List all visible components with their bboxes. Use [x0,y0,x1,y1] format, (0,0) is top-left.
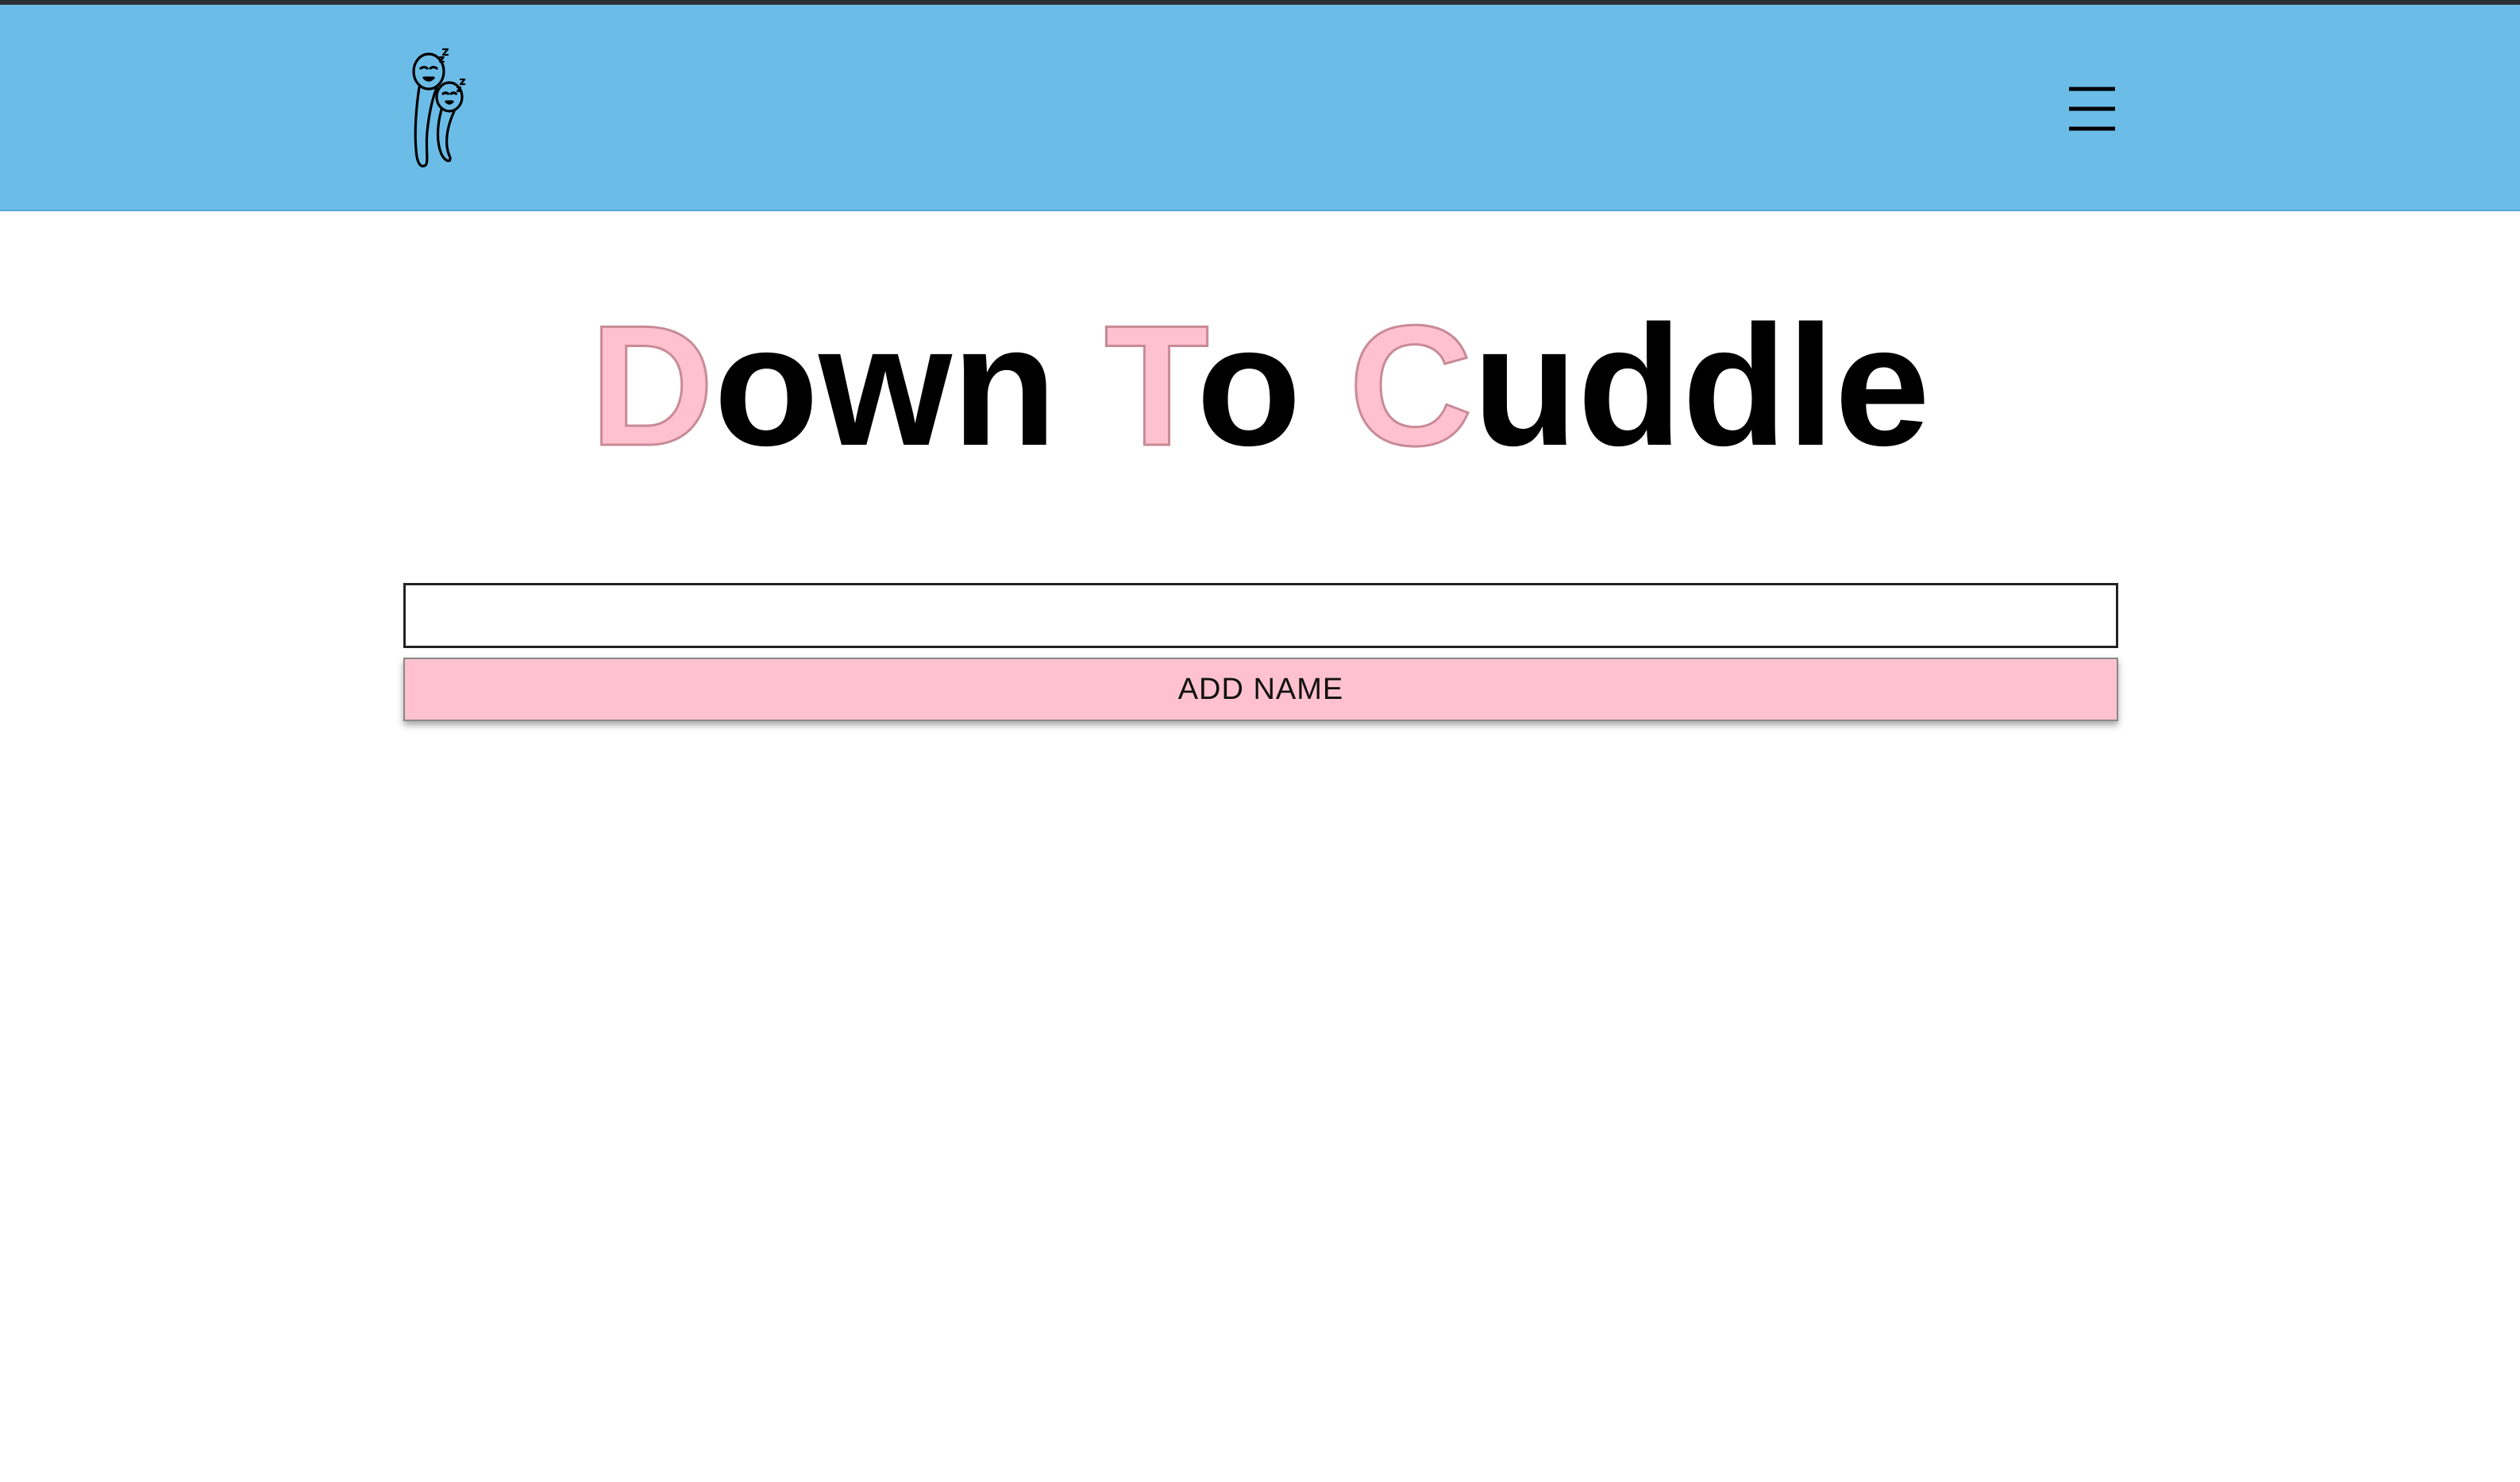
page-title: Down To Cuddle [0,293,2520,478]
app-page: Down To Cuddle ADD NAME [0,0,2520,1482]
hamburger-menu-icon[interactable] [2064,81,2120,137]
title-initial-d: D [589,289,715,481]
name-input[interactable] [403,583,2118,648]
title-word-rest: own [714,289,1058,481]
cuddling-spoons-logo-icon[interactable] [397,44,492,179]
title-initial-c: C [1347,289,1474,481]
title-initial-t: T [1104,289,1198,481]
add-name-button[interactable]: ADD NAME [403,658,2118,721]
title-word-rest: o [1196,289,1301,481]
title-word-rest: uddle [1472,289,1930,481]
top-navbar [0,5,2520,211]
